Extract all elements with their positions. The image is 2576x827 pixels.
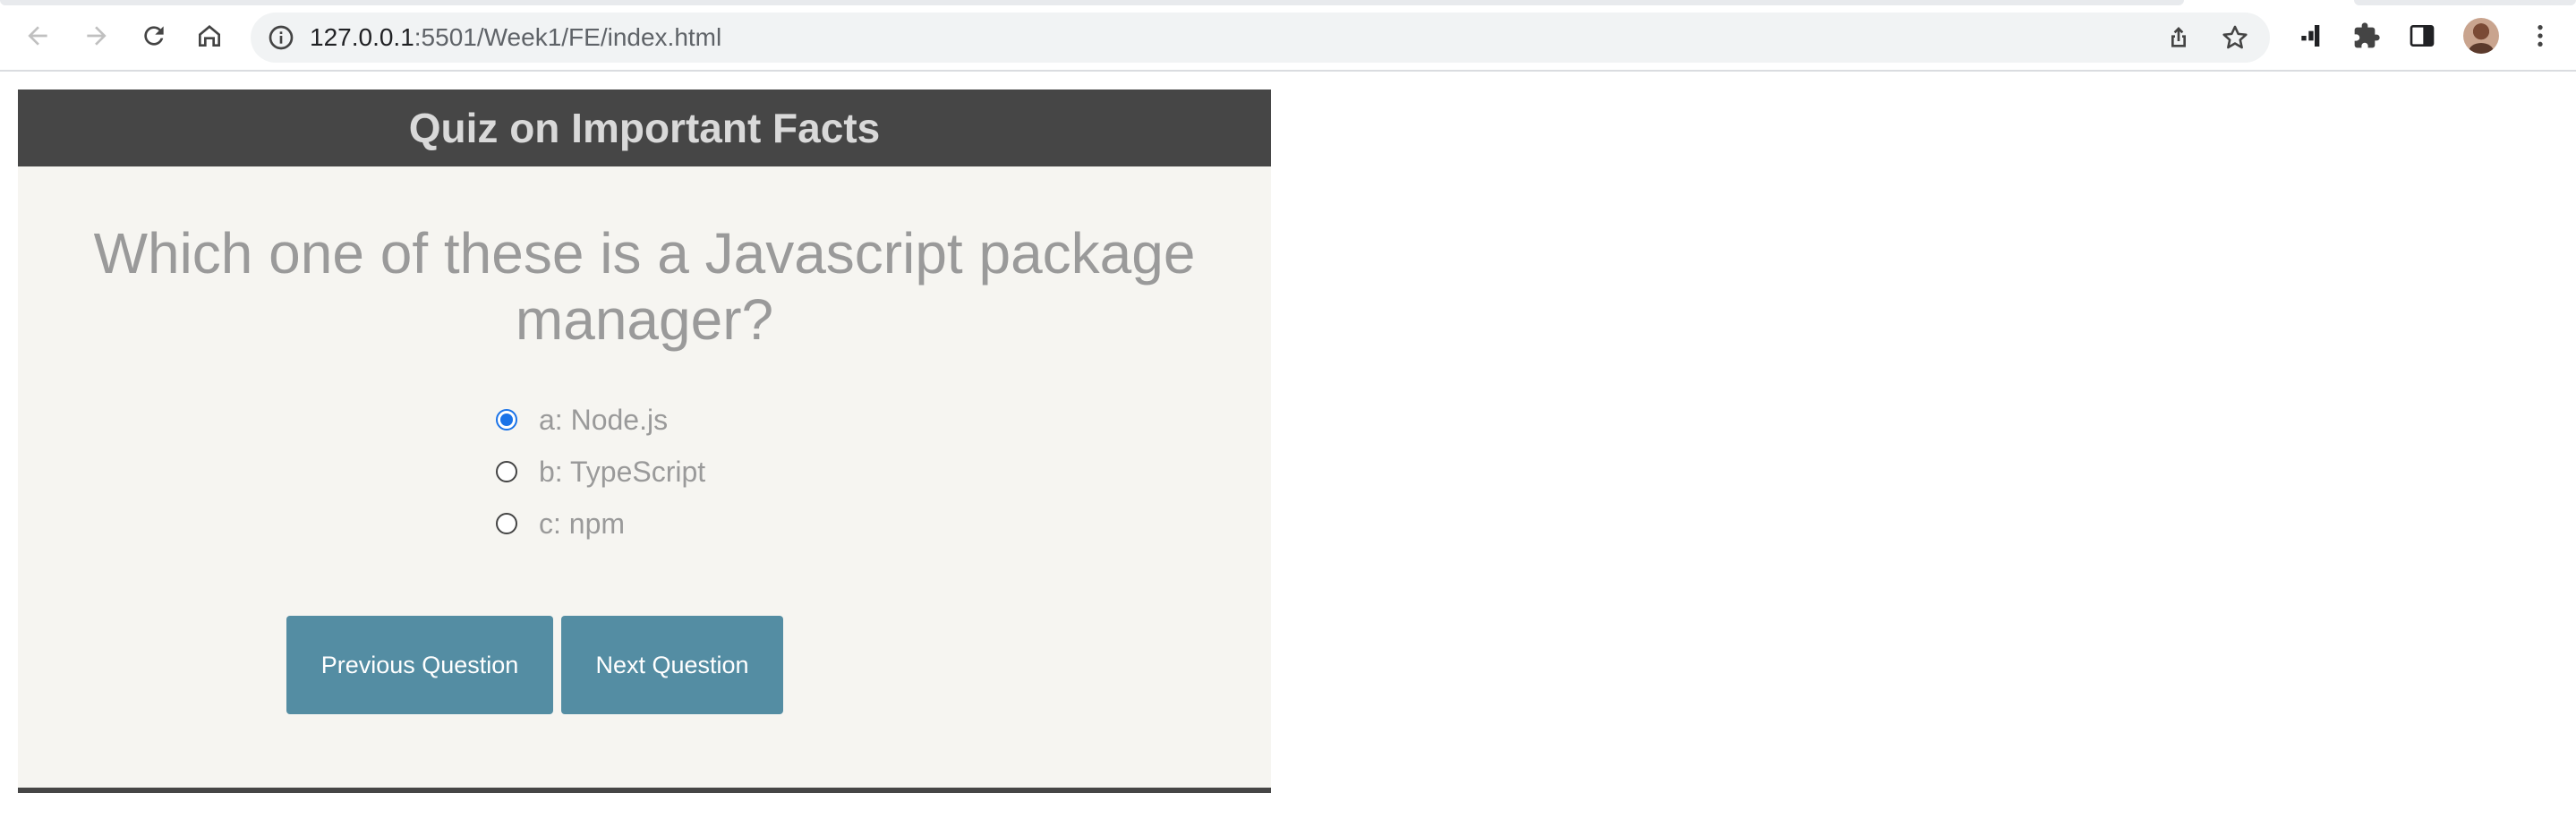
question-text: Which one of these is a Javascript packa… <box>93 221 1196 352</box>
answer-option-b[interactable]: b: TypeScript <box>474 446 705 498</box>
side-panel-icon <box>2410 25 2435 47</box>
url-host: 127.0.0.1 <box>310 23 414 51</box>
menu-button[interactable] <box>2522 18 2558 54</box>
quiz-container: Quiz on Important Facts Which one of the… <box>18 90 1271 793</box>
url-text[interactable]: 127.0.0.1:5501/Week1/FE/index.html <box>310 13 721 63</box>
tab-strip-other <box>2354 0 2576 5</box>
reload-button[interactable] <box>134 16 174 55</box>
extensions-button[interactable] <box>2349 18 2384 54</box>
reload-icon <box>144 26 164 46</box>
next-question-button[interactable]: Next Question <box>561 616 783 714</box>
radio-c[interactable] <box>496 513 517 534</box>
arrow-left-icon <box>28 26 47 46</box>
answer-option-a[interactable]: a: Node.js <box>474 394 705 446</box>
info-icon[interactable] <box>267 23 295 52</box>
address-bar[interactable]: 127.0.0.1:5501/Week1/FE/index.html <box>251 13 2270 63</box>
previous-question-button[interactable]: Previous Question <box>286 616 553 714</box>
answer-list: a: Node.js b: TypeScript c: npm <box>474 394 705 550</box>
tab-strip <box>0 0 2576 5</box>
side-panel-button[interactable] <box>2404 18 2440 54</box>
kebab-menu-icon <box>2538 25 2543 47</box>
answer-label-c[interactable]: c: npm <box>539 507 625 541</box>
tab-strip-active <box>0 0 2184 5</box>
home-icon <box>199 25 220 47</box>
radio-a[interactable] <box>496 409 517 431</box>
share-icon[interactable] <box>2164 23 2193 52</box>
browser-toolbar: 127.0.0.1:5501/Week1/FE/index.html <box>0 0 2576 72</box>
quiz-title: Quiz on Important Facts <box>18 90 1271 166</box>
back-button[interactable] <box>18 16 57 55</box>
answer-label-b[interactable]: b: TypeScript <box>539 456 705 489</box>
forward-button[interactable] <box>77 16 116 55</box>
profile-avatar[interactable] <box>2463 18 2499 54</box>
arrow-right-icon <box>87 26 107 46</box>
star-icon[interactable] <box>2220 22 2250 53</box>
url-path: :5501/Week1/FE/index.html <box>414 23 722 51</box>
answer-label-a[interactable]: a: Node.js <box>539 404 668 437</box>
extension-button[interactable] <box>2293 18 2329 54</box>
radio-b[interactable] <box>496 461 517 482</box>
puzzle-icon <box>2354 22 2380 48</box>
answer-option-c[interactable]: c: npm <box>474 498 705 550</box>
bar-chart-extension-icon <box>2301 25 2320 47</box>
home-button[interactable] <box>190 16 229 55</box>
